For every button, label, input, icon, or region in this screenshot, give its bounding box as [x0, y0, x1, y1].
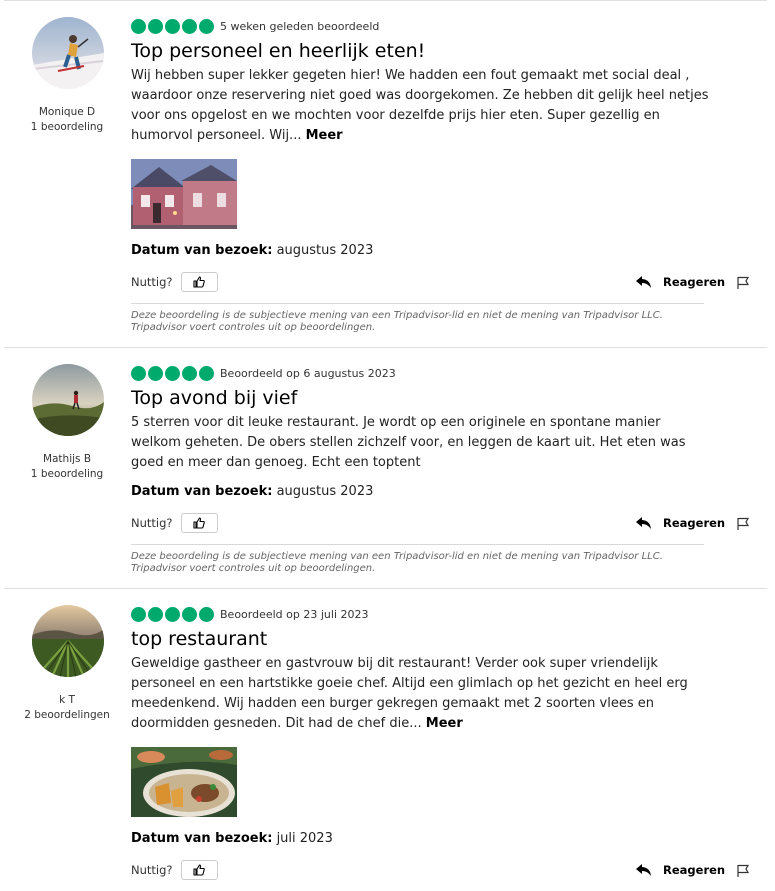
thumbs-up-icon [193, 517, 205, 529]
avatar[interactable] [32, 364, 104, 436]
helpful-row: Nuttig? [131, 513, 218, 533]
rating-bubble [148, 366, 163, 381]
helpful-label: Nuttig? [131, 275, 173, 289]
review-date: Beoordeeld op 6 augustus 2023 [220, 367, 396, 380]
review-date: Beoordeeld op 23 juli 2023 [220, 608, 369, 621]
rating-bubble [182, 607, 197, 622]
visit-label: Datum van bezoek: [131, 484, 273, 499]
review-photo[interactable] [131, 159, 237, 229]
reply-arrow-icon [636, 863, 651, 876]
helpful-label: Nuttig? [131, 863, 173, 877]
review-title[interactable]: Top avond bij vief [131, 385, 297, 411]
rating-bubble [131, 19, 146, 34]
author-name[interactable]: k T [6, 693, 128, 708]
reply-label: Reageren [663, 863, 726, 877]
divider [131, 303, 704, 304]
review-date: 5 weken geleden beoordeeld [220, 20, 380, 33]
reply-label: Reageren [663, 516, 726, 530]
rating-bubble [182, 366, 197, 381]
avatar[interactable] [32, 17, 104, 89]
rating-bubbles [131, 366, 214, 381]
reply-button[interactable]: Reageren [636, 275, 725, 289]
thumbs-up-icon [193, 276, 205, 288]
helpful-button[interactable] [180, 860, 218, 880]
visit-label: Datum van bezoek: [131, 243, 273, 258]
review-photo[interactable] [131, 747, 237, 817]
rating-bubble [148, 607, 163, 622]
author-contributions: 2 beoordelingen [24, 709, 110, 721]
rating-bubble [182, 19, 197, 34]
author-name[interactable]: Monique D [6, 105, 128, 120]
review-text: Geweldige gastheer en gastvrouw bij dit … [131, 656, 688, 731]
reply-arrow-icon [636, 275, 651, 288]
visit-date: Datum van bezoek: juli 2023 [131, 830, 333, 848]
review-card: Monique D 1 beoordeling 5 weken geleden … [0, 0, 775, 347]
flag-icon[interactable] [736, 517, 750, 531]
reply-arrow-icon [636, 516, 651, 529]
reply-label: Reageren [663, 275, 726, 289]
divider [131, 544, 704, 545]
visit-value: augustus 2023 [276, 484, 374, 499]
rating-bubble [131, 607, 146, 622]
divider [4, 0, 767, 1]
visit-label: Datum van bezoek: [131, 831, 273, 846]
review-text: Wij hebben super lekker gegeten hier! We… [131, 68, 709, 143]
reply-button[interactable]: Reageren [636, 516, 725, 530]
review-card: Mathijs B 1 beoordeling Beoordeeld op 6 … [0, 347, 775, 588]
helpful-row: Nuttig? [131, 272, 218, 292]
rating-bubbles [131, 19, 214, 34]
review-disclaimer: Deze beoordeling is de subjectieve menin… [131, 310, 663, 333]
review-body: Geweldige gastheer en gastvrouw bij dit … [131, 654, 711, 734]
divider [4, 588, 767, 589]
read-more-link[interactable]: Meer [306, 128, 343, 143]
author-contributions: 1 beoordeling [30, 121, 104, 133]
helpful-button[interactable] [180, 272, 218, 292]
avatar[interactable] [32, 605, 104, 677]
rating-bubble [148, 19, 163, 34]
divider [4, 347, 767, 348]
reply-button[interactable]: Reageren [636, 863, 725, 877]
author-contributions: 1 beoordeling [30, 468, 104, 480]
helpful-button[interactable] [180, 513, 218, 533]
visit-value: augustus 2023 [276, 243, 374, 258]
review-card: k T 2 beoordelingen Beoordeeld op 23 jul… [0, 588, 775, 891]
helpful-label: Nuttig? [131, 516, 173, 530]
author-name[interactable]: Mathijs B [6, 452, 128, 467]
rating-bubble [165, 19, 180, 34]
visit-date: Datum van bezoek: augustus 2023 [131, 242, 373, 260]
visit-value: juli 2023 [276, 831, 333, 846]
rating-bubble [165, 366, 180, 381]
visit-date: Datum van bezoek: augustus 2023 [131, 483, 373, 501]
flag-icon[interactable] [736, 864, 750, 878]
thumbs-up-icon [193, 864, 205, 876]
read-more-link[interactable]: Meer [426, 716, 463, 731]
flag-icon[interactable] [736, 276, 750, 290]
review-body: 5 sterren voor dit leuke restaurant. Je … [131, 415, 686, 470]
review-disclaimer: Deze beoordeling is de subjectieve menin… [131, 551, 663, 574]
rating-bubble [165, 607, 180, 622]
rating-bubble [199, 607, 214, 622]
review-body: Wij hebben super lekker gegeten hier! We… [131, 66, 711, 146]
helpful-row: Nuttig? [131, 860, 218, 880]
review-title[interactable]: Top personeel en heerlijk eten! [131, 38, 425, 64]
rating-bubble [131, 366, 146, 381]
rating-bubble [199, 366, 214, 381]
review-title[interactable]: top restaurant [131, 626, 267, 652]
rating-bubbles [131, 607, 214, 622]
rating-bubble [199, 19, 214, 34]
